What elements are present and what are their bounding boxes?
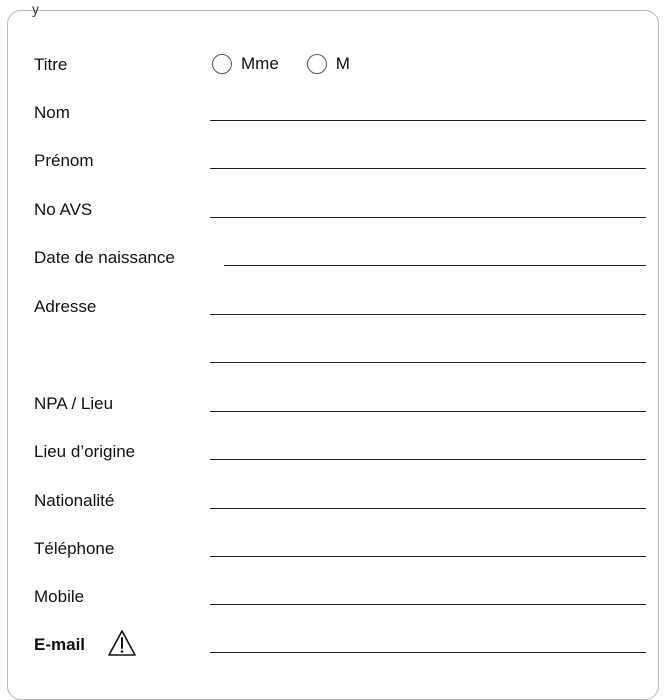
field-row-phone: Téléphone bbox=[34, 533, 646, 563]
radio-mme[interactable]: Mme bbox=[212, 54, 279, 74]
origin-input-line[interactable] bbox=[210, 459, 646, 460]
radio-mme-circle[interactable] bbox=[212, 54, 232, 74]
birthdate-label: Date de naissance bbox=[34, 248, 175, 267]
field-row-mobile: Mobile bbox=[34, 581, 646, 611]
field-row-address: Adresse bbox=[34, 291, 646, 321]
radio-m-circle[interactable] bbox=[306, 54, 327, 74]
mobile-label: Mobile bbox=[34, 587, 85, 606]
phone-input-line[interactable] bbox=[210, 556, 646, 557]
nom-input-line[interactable] bbox=[210, 120, 646, 121]
email-input-line[interactable] bbox=[210, 652, 646, 653]
warning-triangle-icon bbox=[108, 630, 136, 656]
field-row-birthdate: Date de naissance bbox=[34, 242, 646, 272]
origin-label: Lieu d’origine bbox=[34, 442, 136, 461]
nationality-input-line[interactable] bbox=[210, 508, 646, 509]
field-row-address-2 bbox=[34, 339, 646, 369]
field-row-prenom: Prénom bbox=[34, 145, 646, 175]
mobile-input-line[interactable] bbox=[210, 604, 646, 605]
address-input-line-2[interactable] bbox=[210, 362, 646, 363]
field-row-email: E-mail bbox=[34, 629, 646, 659]
prenom-input-line[interactable] bbox=[210, 168, 646, 169]
field-row-avs: No AVS bbox=[34, 194, 646, 224]
phone-label: Téléphone bbox=[34, 539, 115, 558]
field-row-origin: Lieu d’origine bbox=[34, 436, 646, 466]
email-label: E-mail bbox=[34, 635, 86, 654]
radio-m[interactable]: M bbox=[306, 54, 350, 74]
birthdate-input-line[interactable] bbox=[224, 265, 646, 266]
field-row-nationality: Nationalité bbox=[34, 485, 646, 515]
address-label: Adresse bbox=[34, 297, 97, 316]
nationality-label: Nationalité bbox=[34, 491, 115, 510]
form-panel: y Titre Mme M Nom Prénom No AVS Date de … bbox=[7, 2, 659, 700]
avs-input-line[interactable] bbox=[210, 217, 646, 218]
npa-lieu-input-line[interactable] bbox=[210, 411, 646, 412]
title-row: Titre Mme M bbox=[34, 49, 646, 79]
title-radio-group: Mme M bbox=[212, 49, 378, 79]
field-row-npa-lieu: NPA / Lieu bbox=[34, 388, 646, 418]
address-input-line-1[interactable] bbox=[210, 314, 646, 315]
npa-lieu-label: NPA / Lieu bbox=[34, 394, 114, 413]
radio-m-label: M bbox=[335, 54, 350, 73]
title-label: Titre bbox=[34, 55, 68, 74]
nom-label: Nom bbox=[34, 103, 70, 122]
radio-mme-label: Mme bbox=[241, 54, 279, 73]
field-row-nom: Nom bbox=[34, 97, 646, 127]
cut-off-heading-fragment: y bbox=[32, 1, 39, 17]
avs-label: No AVS bbox=[34, 200, 93, 219]
prenom-label: Prénom bbox=[34, 151, 94, 170]
